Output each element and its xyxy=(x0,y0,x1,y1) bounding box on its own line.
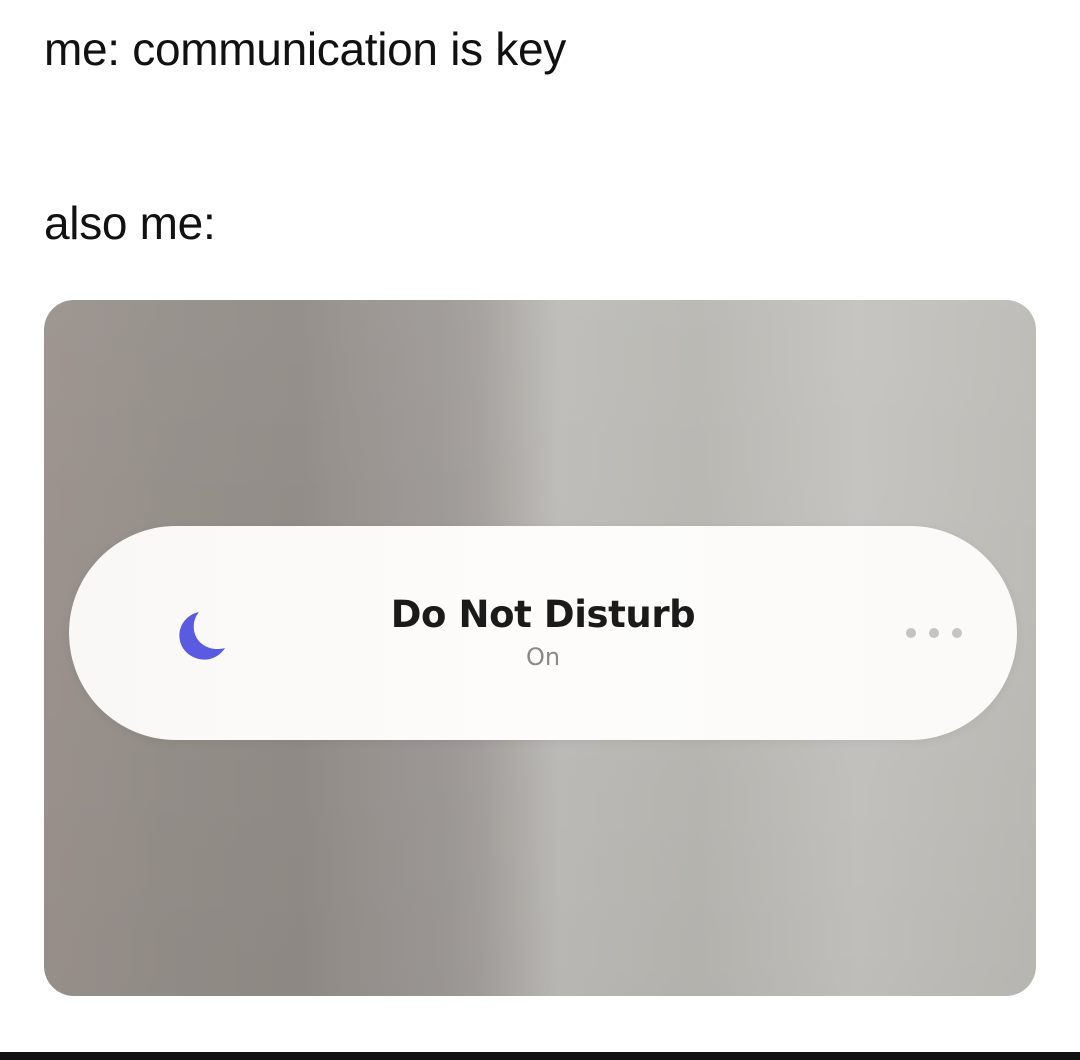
do-not-disturb-title: Do Not Disturb xyxy=(390,593,696,636)
do-not-disturb-banner[interactable]: Do Not Disturb On xyxy=(69,526,1017,740)
caption-communication-is-key: me: communication is key xyxy=(44,23,566,75)
phone-screenshot: Do Not Disturb On xyxy=(44,300,1036,996)
do-not-disturb-text: Do Not Disturb On xyxy=(69,592,1017,672)
ellipsis-icon[interactable] xyxy=(901,620,967,646)
caption-also-me: also me: xyxy=(44,197,216,249)
do-not-disturb-status: On xyxy=(525,643,561,671)
ellipsis-icon-graphic xyxy=(906,628,962,638)
bottom-divider xyxy=(0,1052,1080,1060)
